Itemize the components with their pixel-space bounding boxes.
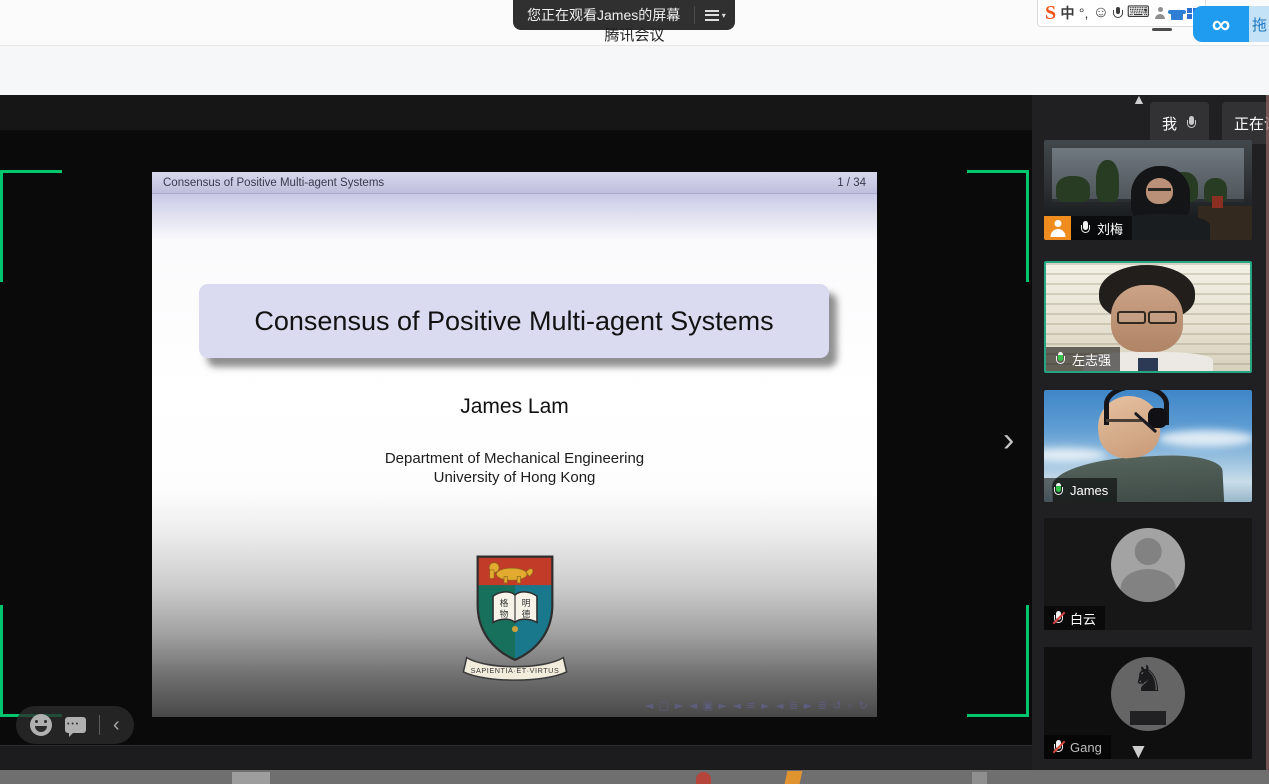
presentation-slide: Consensus of Positive Multi-agent System… [152,172,877,717]
beamer-nav-symbols[interactable]: ◄ □ ► ◄ ▣ ► ◄ ≡ ► ◄ ≣ ► ≣ ↺ ⌕ ↻ [645,699,869,713]
participant-tile-baiyun[interactable]: 白云 [1044,518,1252,630]
sogou-logo-icon[interactable]: S [1045,3,1056,23]
side-panel-handle[interactable]: ∞ [1193,6,1249,42]
capture-corner-top-left [0,170,62,282]
tencent-meeting-window: 腾讯会议 您正在观看James的屏幕 ▾ S 中 °, ☺ ⌨ ∞ 拖 [0,0,1269,784]
collapse-list-arrow[interactable]: ▲ [1132,91,1146,107]
mic-speaking-icon [1055,352,1066,367]
participant-name: Gang [1070,740,1102,755]
drag-label: 拖 [1252,14,1267,35]
scroll-more-arrow[interactable]: ▼ [1128,741,1149,762]
slide-header-title: Consensus of Positive Multi-agent System… [163,177,384,189]
svg-text:物: 物 [499,608,508,619]
taskbar-icon[interactable] [785,771,803,784]
punctuation-icon[interactable]: °, [1079,6,1089,20]
keyboard-icon[interactable]: ⌨ [1127,5,1150,21]
participant-tile-zuozhiqiang[interactable]: 左志强 [1044,261,1252,373]
self-mic-chip[interactable]: 我 [1150,102,1209,144]
taskbar-icon[interactable] [696,772,711,784]
slide-title-box: Consensus of Positive Multi-agent System… [199,284,829,358]
input-method-toolbar: S 中 °, ☺ ⌨ [1037,0,1206,27]
slide-author: James Lam [152,395,877,419]
shared-screen-area: Consensus of Positive Multi-agent System… [0,95,1032,745]
participants-sidebar: ▲ 我 正在讲 刘梅 [1032,95,1269,770]
collapse-pill-chevron[interactable]: ‹ [113,715,120,735]
host-badge-icon [1044,216,1071,240]
expand-panel-chevron[interactable]: › [1003,423,1014,457]
speaking-status-chip: 正在讲 [1222,102,1269,144]
capture-corner-top-right [967,170,1029,282]
reactions-pill: ‹ [16,706,134,744]
slide-title: Consensus of Positive Multi-agent System… [254,306,773,337]
handle-logo-icon: ∞ [1212,9,1231,40]
mic-muted-icon [1053,611,1064,626]
participant-tile-liumei[interactable]: 刘梅 [1044,140,1252,240]
slide-header-bar: Consensus of Positive Multi-agent System… [152,172,877,194]
crest-motto: SAPIENTIA·ET·VIRTUS [470,666,559,675]
mic-speaking-icon [1053,483,1064,498]
banner-menu-icon[interactable]: ▾ [695,0,735,30]
taskbar-icon[interactable] [232,772,270,784]
window-titlebar: 腾讯会议 您正在观看James的屏幕 ▾ S 中 °, ☺ ⌨ ∞ 拖 [0,0,1269,46]
svg-text:明: 明 [521,598,530,608]
participant-name: 左志强 [1072,350,1111,369]
meeting-toolbar: i 19:18 演讲者视图 ▼ [0,46,1269,95]
slide-body: Consensus of Positive Multi-agent System… [152,194,877,717]
caret-down-icon: ▾ [722,11,726,20]
divider [99,715,100,735]
self-label: 我 [1162,113,1177,134]
equestrian-statue-avatar: ♞ [1111,657,1185,731]
mic-muted-icon [1053,740,1064,755]
hamburger-icon [705,7,719,23]
screen-share-banner: 您正在观看James的屏幕 ▾ [513,0,735,30]
participant-tile-james[interactable]: James [1044,390,1252,502]
default-avatar [1111,528,1185,602]
voice-input-icon[interactable] [1113,7,1122,20]
skin-theme-icon[interactable] [1171,7,1183,20]
svg-text:德: 德 [521,608,530,619]
self-mic-icon [1186,116,1197,131]
participant-name: James [1070,483,1108,498]
banner-text: 您正在观看James的屏幕 [513,5,694,25]
chat-icon[interactable] [65,717,86,733]
account-icon[interactable] [1154,7,1166,19]
minimize-button[interactable] [1152,28,1172,31]
drag-strip[interactable]: 拖 [1249,6,1269,42]
speaking-label: 正在讲 [1234,113,1269,134]
capture-corner-bottom-right [967,605,1029,717]
emoji-reaction-icon[interactable] [30,714,52,736]
mic-on-icon [1080,221,1091,236]
svg-text:格: 格 [499,597,508,608]
windows-taskbar [0,770,1269,784]
taskbar-icon[interactable] [972,772,987,784]
chinese-mode-icon[interactable]: 中 [1060,6,1074,20]
hku-crest: 格 物 明 德 SAPIENTIA·ET·VIRTUS [460,550,570,684]
meeting-bottom-strip [0,745,1032,770]
participant-name: 白云 [1070,609,1096,628]
participant-name: 刘梅 [1097,219,1123,238]
emoji-input-icon[interactable]: ☺ [1093,5,1109,21]
capture-corner-bottom-left [0,605,62,717]
slide-affiliation: Department of Mechanical Engineering Uni… [152,449,877,487]
shared-desktop-band [0,95,1032,130]
slide-page-indicator: 1 / 34 [837,177,866,189]
